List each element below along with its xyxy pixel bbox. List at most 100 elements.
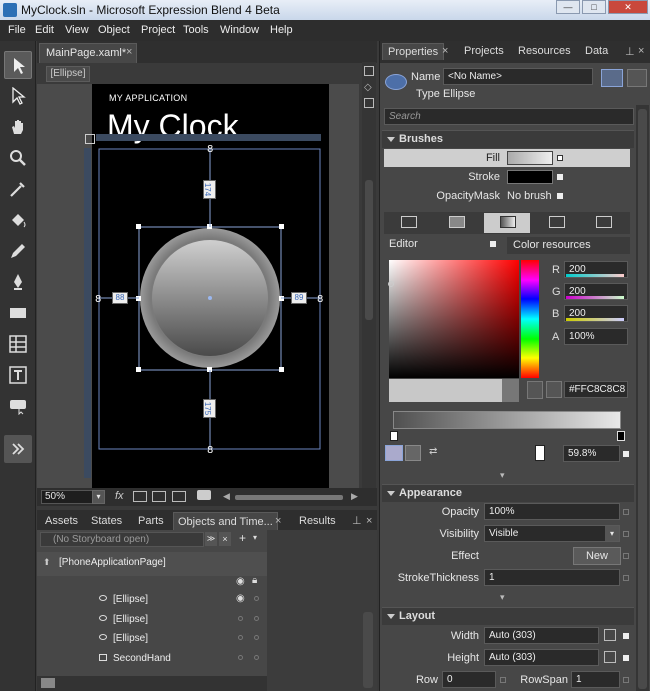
minimize-button[interactable]: —: [556, 0, 580, 14]
close-panel-icon[interactable]: ×: [638, 45, 644, 57]
layout-section-header[interactable]: Layout: [382, 607, 634, 625]
tree-row[interactable]: [Ellipse]: [37, 630, 267, 649]
tab-parts[interactable]: Parts: [138, 512, 164, 530]
selected-stop-marker[interactable]: [535, 445, 545, 461]
collapse-brush-icon[interactable]: ▾: [500, 470, 505, 481]
fill-swatch[interactable]: [507, 151, 553, 165]
artboard-mode-icon[interactable]: [364, 66, 374, 76]
row-advanced-marker[interactable]: [500, 677, 506, 683]
tab-assets[interactable]: Assets: [45, 512, 78, 530]
collapse-appearance-icon[interactable]: ▾: [500, 592, 505, 603]
visibility-select[interactable]: Visible: [484, 525, 620, 542]
close-objects-tab-icon[interactable]: ×: [275, 512, 281, 530]
a-field[interactable]: 100%: [564, 328, 628, 345]
split-view-icon[interactable]: ◇: [364, 82, 372, 93]
controls-tool[interactable]: [4, 392, 32, 420]
gradient-bar[interactable]: [393, 411, 621, 429]
tab-mainpage[interactable]: MainPage.xaml* ×: [39, 43, 137, 63]
artboard-vertical-scrollbar[interactable]: ◇: [362, 62, 376, 488]
row-lock-dot[interactable]: [254, 616, 259, 621]
no-brush-icon[interactable]: [401, 216, 417, 228]
tile-brush-icon[interactable]: [549, 216, 565, 228]
tree-row[interactable]: [Ellipse]: [37, 611, 267, 630]
close-properties-icon[interactable]: ×: [442, 45, 448, 57]
timeline-area[interactable]: [267, 530, 377, 691]
height-auto-icon[interactable]: [604, 651, 616, 663]
hex-field[interactable]: #FFC8C8C8: [564, 381, 628, 398]
root-row[interactable]: ⬆ [PhoneApplicationPage]: [37, 552, 267, 576]
gradient-stop-left[interactable]: [390, 431, 398, 441]
maximize-button[interactable]: □: [582, 0, 606, 14]
selection-tool[interactable]: [4, 51, 32, 79]
row-eye-icon[interactable]: ◉: [236, 593, 245, 604]
storyboard-menu-icon[interactable]: ▾: [253, 533, 257, 542]
pen-tool[interactable]: [4, 268, 32, 296]
breadcrumb[interactable]: [Ellipse]: [46, 66, 90, 82]
opacitymask-advanced-marker[interactable]: [557, 193, 563, 199]
pencil-tool[interactable]: [4, 237, 32, 265]
scroll-right-icon[interactable]: ▶: [351, 491, 358, 502]
radial-gradient-icon[interactable]: [405, 445, 421, 461]
zoom-tool[interactable]: [4, 144, 32, 172]
eyedropper-icon[interactable]: [527, 381, 543, 399]
timeline-toggle-icon[interactable]: [41, 678, 55, 688]
stroke-advanced-marker[interactable]: [557, 174, 563, 180]
stroke-swatch[interactable]: [507, 170, 553, 184]
zoom-dropdown-icon[interactable]: ▾: [92, 490, 105, 504]
pin-icon[interactable]: ⊥: [352, 512, 362, 530]
lock-icon[interactable]: 🔒︎: [252, 575, 257, 586]
opacity-advanced-marker[interactable]: [623, 509, 629, 515]
paint-bucket-tool[interactable]: [4, 206, 32, 234]
row-lock-dot[interactable]: [254, 596, 259, 601]
storyboard-field[interactable]: (No Storyboard open): [40, 532, 204, 547]
text-tool[interactable]: [4, 361, 32, 389]
scope-up-icon[interactable]: ⬆: [43, 557, 51, 568]
visibility-dropdown-icon[interactable]: ▾: [605, 526, 619, 541]
row-eye-dot[interactable]: [238, 655, 243, 660]
properties-search-input[interactable]: Search: [384, 108, 634, 125]
zoom-field[interactable]: 50%: [41, 490, 93, 504]
height-field[interactable]: Auto (303): [484, 649, 599, 666]
close-button[interactable]: ✕: [608, 0, 648, 14]
menu-view[interactable]: View: [65, 24, 89, 36]
snap-lines-icon[interactable]: [152, 491, 166, 502]
tab-results[interactable]: Results: [299, 512, 336, 530]
row-eye-dot[interactable]: [238, 635, 243, 640]
code-view-icon[interactable]: [364, 98, 374, 108]
artboard[interactable]: MY APPLICATION My Clock 8 8 8 8 174 175 …: [37, 84, 359, 488]
tab-resources[interactable]: Resources: [518, 45, 571, 57]
gradient-stop-right[interactable]: [617, 431, 625, 441]
properties-scrollbar[interactable]: [636, 105, 649, 691]
scroll-left-icon[interactable]: ◀: [223, 491, 230, 502]
fill-advanced-marker[interactable]: [557, 155, 563, 161]
annotation-icon[interactable]: [197, 490, 211, 500]
tab-objects-timeline[interactable]: Objects and Time...: [173, 512, 278, 530]
menu-object[interactable]: Object: [98, 24, 130, 36]
properties-view-icon[interactable]: [601, 69, 623, 87]
fx-icon[interactable]: fx: [115, 490, 124, 502]
width-field[interactable]: Auto (303): [484, 627, 599, 644]
fill-row[interactable]: Fill: [384, 149, 630, 167]
grid-tool[interactable]: [4, 330, 32, 358]
effect-new-button[interactable]: New: [573, 547, 621, 565]
strokethickness-advanced-marker[interactable]: [623, 575, 629, 581]
eyedropper-tool[interactable]: [4, 175, 32, 203]
stroke-row[interactable]: Stroke: [384, 168, 630, 186]
horizontal-scroll-thumb[interactable]: [235, 495, 343, 500]
reverse-gradient-icon[interactable]: ⇄: [429, 446, 437, 457]
strokethickness-field[interactable]: 1: [484, 569, 620, 586]
offset-advanced-marker[interactable]: [623, 451, 629, 457]
color-saturation-field[interactable]: [389, 260, 519, 378]
effect-advanced-marker[interactable]: [623, 553, 629, 559]
snap-grid-icon[interactable]: [133, 491, 147, 502]
tree-row[interactable]: [Ellipse] ◉: [37, 591, 267, 610]
grid-origin-icon[interactable]: [85, 134, 95, 144]
show-grid-icon[interactable]: [172, 491, 186, 502]
rowspan-field[interactable]: 1: [571, 671, 620, 688]
events-view-icon[interactable]: [627, 69, 647, 87]
direct-selection-tool[interactable]: [4, 82, 32, 110]
row-field[interactable]: 0: [442, 671, 496, 688]
new-storyboard-icon[interactable]: +: [239, 531, 246, 545]
color-picker-handle[interactable]: [388, 281, 394, 287]
rectangle-tool[interactable]: [4, 299, 32, 327]
